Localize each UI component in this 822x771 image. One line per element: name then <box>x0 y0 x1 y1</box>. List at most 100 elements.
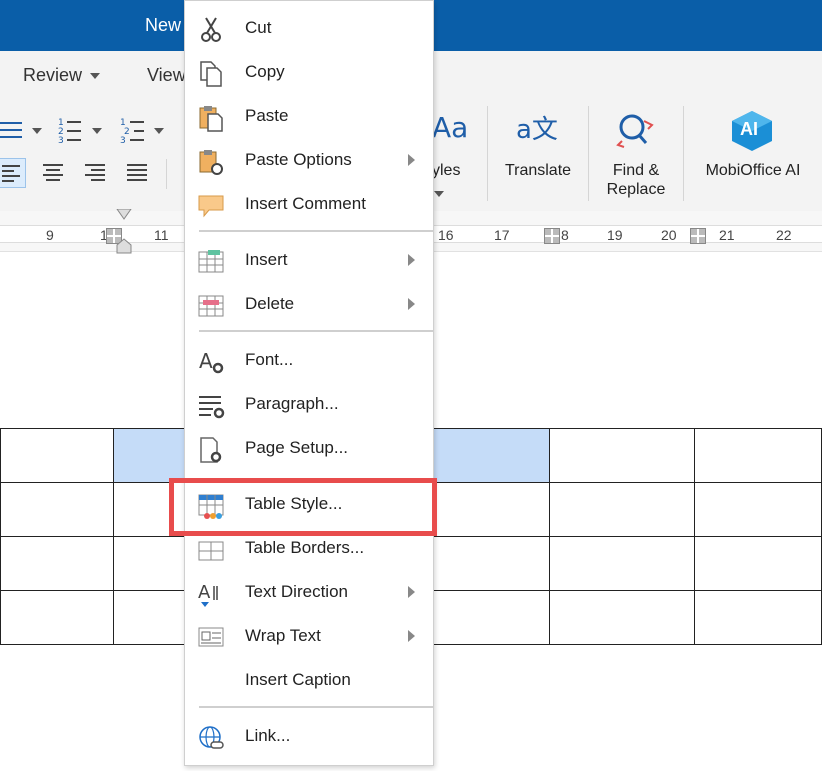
menu-item-label: Paste <box>245 106 289 125</box>
table-insert-icon <box>198 250 224 273</box>
numbered-list-icon: 1 2 3 <box>58 118 102 146</box>
align-center-button[interactable] <box>38 158 66 186</box>
bullet-list-icon <box>0 122 42 138</box>
ruler-number: 19 <box>607 227 623 243</box>
menu-item-label: Insert Comment <box>245 194 366 213</box>
indent-marker-icon[interactable] <box>116 209 132 255</box>
ribbon-divider <box>683 106 684 201</box>
table-cell[interactable] <box>694 536 822 591</box>
chevron-right-icon <box>408 254 415 266</box>
ribbon-divider <box>588 106 589 201</box>
document-title: New <box>145 15 182 35</box>
find-replace-label-line2: Replace <box>606 181 666 198</box>
menu-item-label: Wrap Text <box>245 626 321 645</box>
mobioffice-ai-button[interactable]: AI <box>728 109 776 153</box>
menu-item-paste-options[interactable]: Paste Options <box>185 138 433 182</box>
menu-item-label: Page Setup... <box>245 438 349 457</box>
table-cell[interactable] <box>694 590 822 645</box>
wrap-text-icon <box>198 627 224 647</box>
copy-icon <box>200 61 222 87</box>
styles-icon: Aa <box>432 111 469 144</box>
styles-label: yles <box>432 162 461 179</box>
tab-view-label: View <box>147 65 186 85</box>
menu-item-delete[interactable]: Delete <box>185 282 433 326</box>
translate-button[interactable]: a文 <box>516 109 560 153</box>
find-replace-button[interactable] <box>614 111 658 155</box>
table-cell[interactable] <box>548 428 696 483</box>
align-justify-button[interactable] <box>122 158 150 186</box>
multilevel-list-button[interactable]: 1 2 3 <box>120 115 170 147</box>
menu-item-text-direction[interactable]: A Text Direction <box>185 570 433 614</box>
menu-item-page-setup[interactable]: Page Setup... <box>185 426 433 470</box>
page-setup-icon <box>200 437 222 463</box>
menu-item-insert-caption[interactable]: Insert Caption <box>185 658 433 702</box>
tab-view[interactable]: View <box>147 65 186 86</box>
scissors-icon <box>201 17 221 42</box>
ruler-number: 9 <box>46 227 54 243</box>
menu-item-wrap-text[interactable]: Wrap Text <box>185 614 433 658</box>
column-marker[interactable] <box>544 228 560 244</box>
find-replace-icon <box>616 114 654 148</box>
align-right-icon <box>85 164 105 184</box>
menu-item-label: Paragraph... <box>245 394 339 413</box>
comment-icon <box>198 195 224 218</box>
table-cell[interactable] <box>0 482 114 537</box>
column-marker[interactable] <box>690 228 706 244</box>
chevron-right-icon <box>408 154 415 166</box>
context-menu: Cut Copy Paste Paste Options Insert Comm… <box>184 0 434 766</box>
menu-item-copy[interactable]: Copy <box>185 50 433 94</box>
styles-button[interactable]: Aa <box>432 111 472 151</box>
svg-text:A: A <box>199 349 213 373</box>
align-left-button[interactable] <box>0 158 26 188</box>
tab-review-label: Review <box>23 65 83 85</box>
menu-item-font[interactable]: A Font... <box>185 338 433 382</box>
menu-item-label: Font... <box>245 350 294 369</box>
menu-item-cut[interactable]: Cut <box>185 6 433 50</box>
align-left-icon <box>2 165 20 185</box>
ruler-number: 21 <box>719 227 735 243</box>
table-borders-icon <box>198 541 224 561</box>
menu-item-label: Paste Options <box>245 150 352 169</box>
table-cell[interactable] <box>548 590 696 645</box>
chevron-right-icon <box>408 630 415 642</box>
font-settings-icon: A <box>199 349 224 374</box>
bullet-list-button[interactable] <box>0 117 45 145</box>
ruler-number: 22 <box>776 227 792 243</box>
menu-separator <box>199 706 433 708</box>
tab-review[interactable]: Review <box>23 65 101 86</box>
table-cell[interactable] <box>0 428 114 483</box>
paste-options-icon <box>199 150 223 175</box>
multilevel-list-icon: 1 2 3 <box>120 118 164 146</box>
table-cell[interactable] <box>0 590 114 645</box>
svg-text:3: 3 <box>58 136 64 146</box>
menu-item-label: Copy <box>245 62 285 81</box>
menu-item-insert-comment[interactable]: Insert Comment <box>185 182 433 226</box>
menu-item-label: Insert <box>245 250 288 269</box>
mobioffice-ai-label: MobiOffice AI <box>705 162 801 179</box>
table-cell[interactable] <box>548 482 696 537</box>
numbered-list-button[interactable]: 1 2 3 <box>58 115 108 147</box>
table-cell[interactable] <box>694 428 822 483</box>
menu-item-link[interactable]: Link... <box>185 714 433 758</box>
table-cell[interactable] <box>694 482 822 537</box>
menu-item-label: Delete <box>245 294 295 313</box>
align-right-button[interactable] <box>80 158 108 186</box>
menu-item-paste[interactable]: Paste <box>185 94 433 138</box>
svg-text:A: A <box>198 582 211 603</box>
menu-item-label: Link... <box>245 726 291 745</box>
menu-item-insert[interactable]: Insert <box>185 238 433 282</box>
align-center-icon <box>43 164 63 184</box>
ruler-number: 11 <box>154 227 169 243</box>
table-cell[interactable] <box>548 536 696 591</box>
paragraph-settings-icon <box>199 396 225 419</box>
svg-text:3: 3 <box>120 136 126 146</box>
chevron-down-icon <box>434 184 444 202</box>
menu-item-label: Insert Caption <box>245 670 351 689</box>
menu-item-label: Table Borders... <box>245 538 365 557</box>
menu-item-paragraph[interactable]: Paragraph... <box>185 382 433 426</box>
table-cell[interactable] <box>0 536 114 591</box>
translate-icon: a文 <box>516 115 558 145</box>
text-direction-icon: A <box>198 582 218 607</box>
ai-badge-text: AI <box>740 119 758 139</box>
translate-label: Translate <box>504 162 572 179</box>
